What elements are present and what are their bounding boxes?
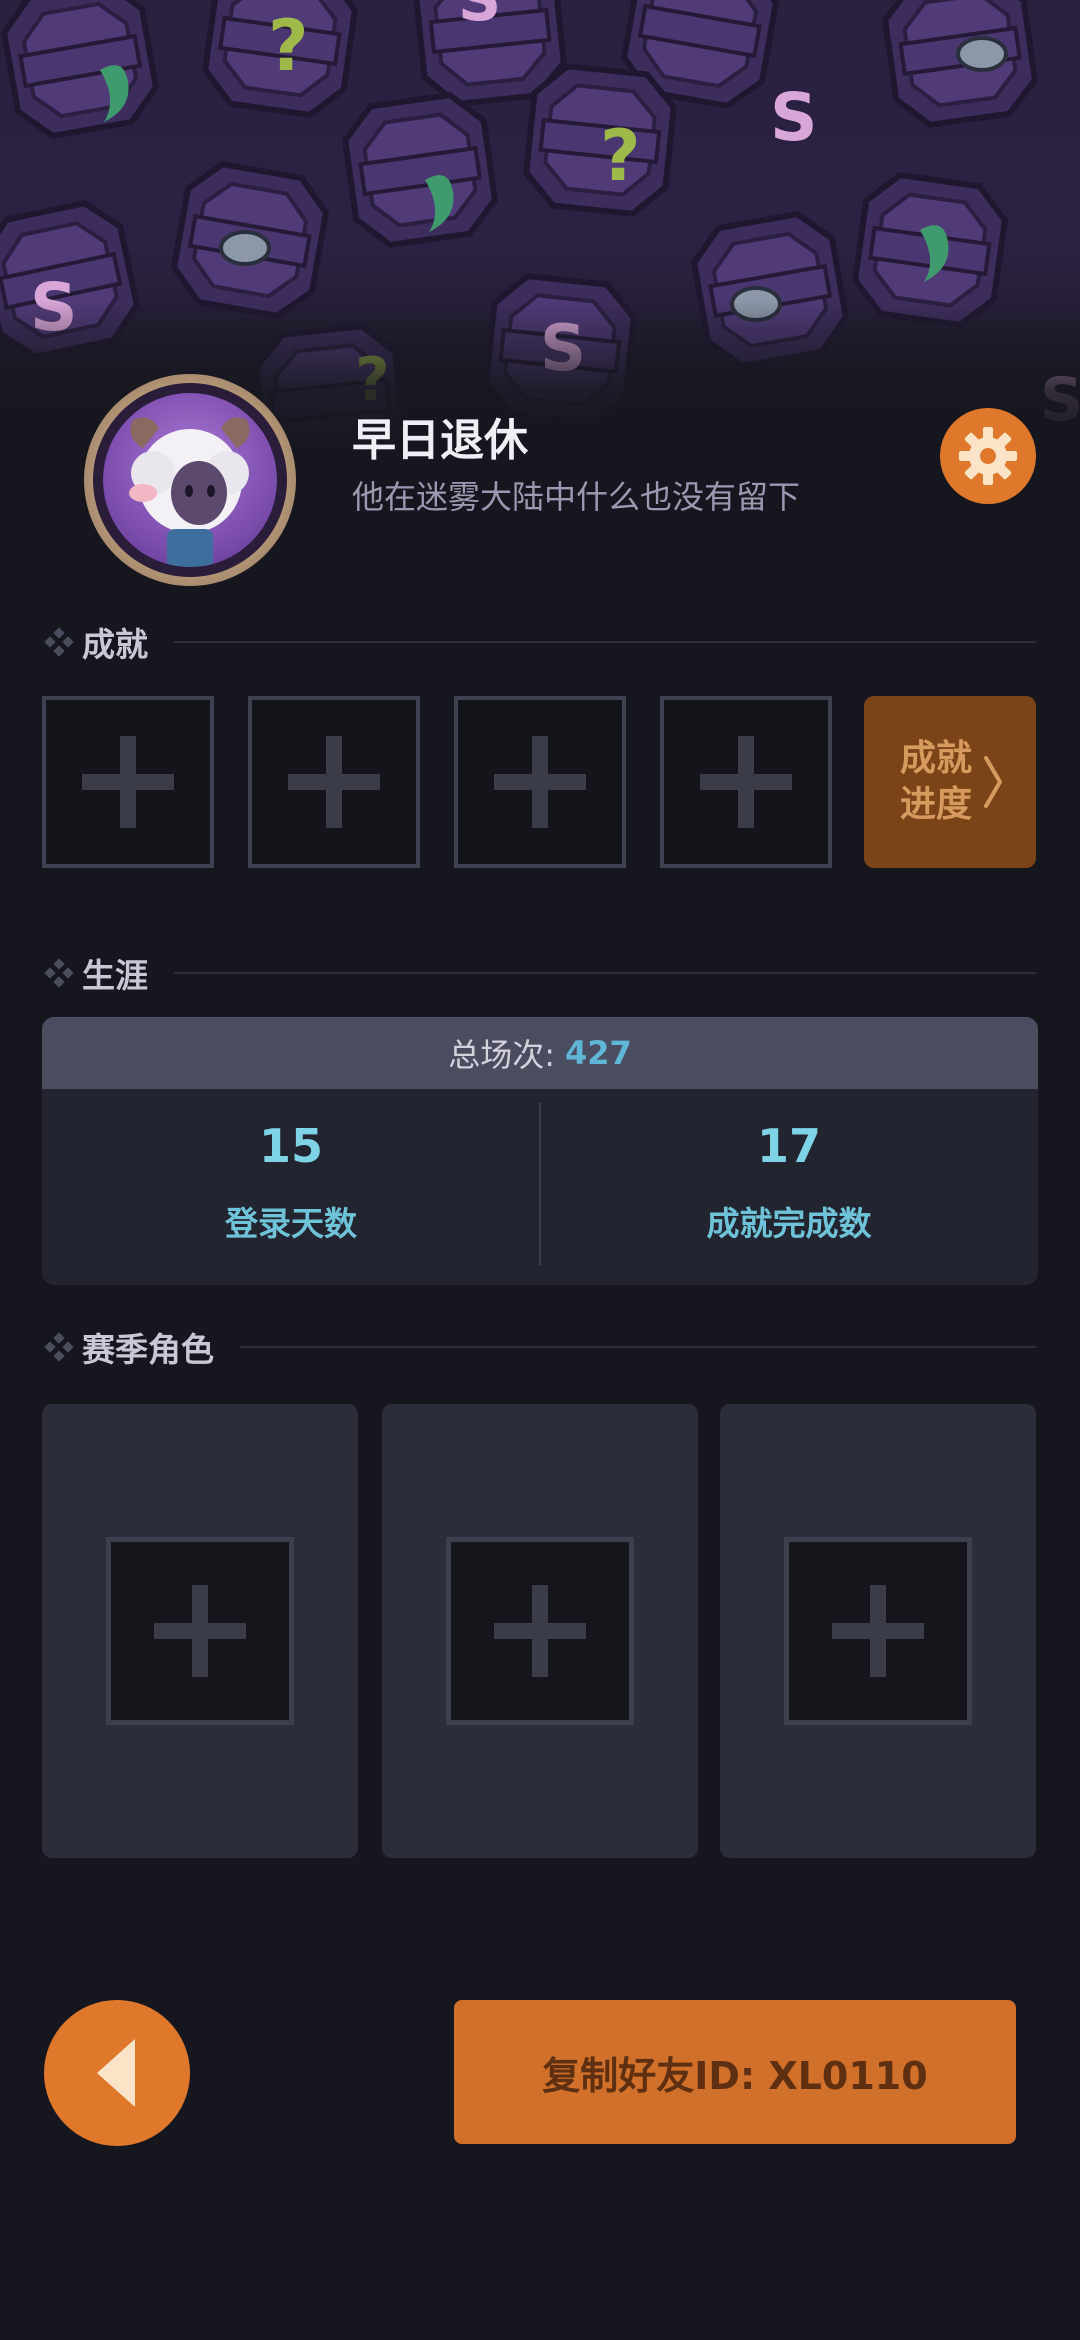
profile-name: 早日退休	[352, 415, 528, 466]
avatar[interactable]	[84, 374, 296, 586]
career-title: 生涯	[82, 956, 148, 995]
svg-text:?: ?	[268, 5, 309, 87]
role-slot	[106, 1537, 294, 1725]
profile-bio: 他在迷雾大陆中什么也没有留下	[352, 478, 801, 516]
back-button[interactable]	[44, 2000, 190, 2146]
svg-text:S: S	[458, 0, 501, 35]
diamond-icon	[44, 958, 74, 988]
plus-icon	[82, 736, 174, 828]
gear-icon	[959, 427, 1017, 485]
plus-icon	[494, 1585, 586, 1677]
season-role-card-3[interactable]	[720, 1404, 1036, 1858]
stat-label: 成就完成数	[706, 1204, 872, 1243]
svg-text:S: S	[770, 79, 818, 156]
avatar-sheep-image	[103, 393, 277, 567]
copy-friend-id-button[interactable]: 复制好友ID: XL0110	[454, 2000, 1016, 2144]
season-roles-title: 赛季角色	[82, 1330, 214, 1369]
chevron-right-icon	[984, 756, 1002, 808]
svg-text:?: ?	[600, 115, 641, 197]
stat-label: 登录天数	[225, 1204, 357, 1243]
plus-icon	[832, 1585, 924, 1677]
total-matches-row: 总场次: 427	[42, 1017, 1038, 1089]
stat-login-days: 15 登录天数	[42, 1089, 540, 1285]
divider	[174, 972, 1036, 974]
total-matches-label: 总场次:	[448, 1036, 555, 1074]
divider	[240, 1346, 1036, 1348]
plus-icon	[494, 736, 586, 828]
achievement-slot-3[interactable]	[454, 696, 626, 868]
stat-value: 17	[756, 1119, 821, 1173]
stat-achievements-completed: 17 成就完成数	[540, 1089, 1038, 1285]
career-section-header: 生涯	[44, 951, 1036, 995]
season-role-card-1[interactable]	[42, 1404, 358, 1858]
achievement-slot-1[interactable]	[42, 696, 214, 868]
achievements-section-header: 成就	[44, 620, 1036, 664]
achievement-slot-2[interactable]	[248, 696, 420, 868]
stat-value: 15	[258, 1119, 323, 1173]
season-role-card-2[interactable]	[382, 1404, 698, 1858]
career-panel: 总场次: 427 15 登录天数 17 成就完成数	[42, 1017, 1038, 1285]
divider	[174, 641, 1036, 643]
settings-button[interactable]	[940, 408, 1036, 504]
diamond-icon	[44, 627, 74, 657]
plus-icon	[700, 736, 792, 828]
plus-icon	[154, 1585, 246, 1677]
achievements-title: 成就	[82, 625, 148, 664]
achievement-progress-label: 成就进度	[899, 738, 972, 825]
role-slot	[784, 1537, 972, 1725]
diamond-icon	[44, 1332, 74, 1362]
plus-icon	[288, 736, 380, 828]
achievement-slot-4[interactable]	[660, 696, 832, 868]
achievement-progress-button[interactable]: 成就进度	[864, 696, 1036, 868]
season-roles-section-header: 赛季角色	[44, 1325, 1036, 1369]
role-slot	[446, 1537, 634, 1725]
total-matches-value: 427	[565, 1034, 632, 1072]
back-arrow-icon	[97, 2039, 135, 2107]
